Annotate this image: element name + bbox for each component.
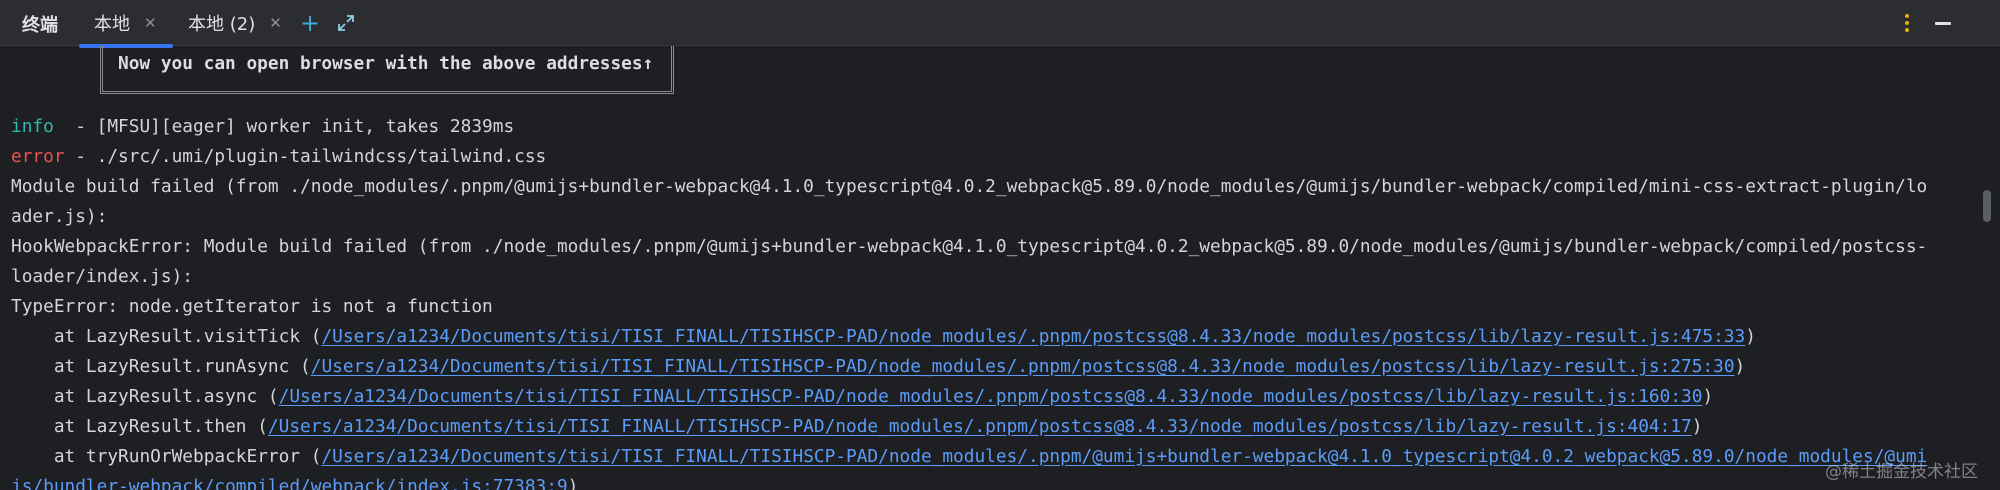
log-line-error: error - ./src/.umi/plugin-tailwindcss/ta… <box>11 142 546 172</box>
more-options-button[interactable] <box>1890 6 1924 40</box>
stack-line: at LazyResult.then (/Users/a1234/Documen… <box>11 412 1703 442</box>
stack-prefix: at LazyResult.async ( <box>11 386 279 407</box>
stack-suffix: ) <box>1734 356 1746 377</box>
log-line: Module build failed (from ./node_modules… <box>11 176 1928 197</box>
plus-icon: + <box>299 9 321 37</box>
tab-local-2[interactable]: 本地 (2) ✕ <box>188 0 282 45</box>
stack-suffix: ) <box>1691 416 1703 437</box>
stack-prefix: at LazyResult.runAsync ( <box>11 356 311 377</box>
tab-label: 本地 (2) <box>188 13 256 35</box>
log-level-error: error <box>11 146 65 167</box>
terminal-output[interactable]: Now you can open browser with the above … <box>0 46 1975 490</box>
minimize-button[interactable] <box>1926 6 1960 40</box>
stack-suffix: ) <box>1745 326 1756 347</box>
file-link[interactable]: js/bundler-webpack/compiled/webpack/inde… <box>11 476 568 490</box>
stack-suffix: ) <box>567 476 579 490</box>
close-icon[interactable]: ✕ <box>144 14 157 32</box>
stack-prefix: at LazyResult.visitTick ( <box>11 326 322 347</box>
file-link[interactable]: /Users/a1234/Documents/tisi/TISI_FINALL/… <box>321 446 1927 467</box>
log-line: loader/index.js): <box>11 266 193 287</box>
terminal-window: 终端 本地 ✕ 本地 (2) ✕ + Now you can open brow… <box>0 0 2000 490</box>
scrollbar-thumb[interactable] <box>1983 190 1991 222</box>
log-text: - ./src/.umi/plugin-tailwindcss/tailwind… <box>64 146 547 167</box>
vertical-scrollbar[interactable] <box>1975 46 2000 490</box>
address-notice: Now you can open browser with the above … <box>118 53 654 74</box>
stack-line: at LazyResult.visitTick (/Users/a1234/Do… <box>11 322 1756 352</box>
log-level-info: info <box>11 116 54 137</box>
expand-icon <box>338 15 354 31</box>
panel-title: 终端 <box>22 15 58 36</box>
minimize-icon <box>1935 21 1951 25</box>
watermark: @稀土掘金技术社区 <box>1825 462 1978 482</box>
stack-line: at LazyResult.async (/Users/a1234/Docume… <box>11 382 1713 412</box>
tab-label: 本地 <box>94 13 130 35</box>
file-link[interactable]: /Users/a1234/Documents/tisi/TISI_FINALL/… <box>311 356 1735 377</box>
expand-button[interactable] <box>329 6 363 40</box>
log-line: TypeError: node.getIterator is not a fun… <box>11 296 493 317</box>
stack-prefix: at tryRunOrWebpackError ( <box>11 446 322 467</box>
tab-local[interactable]: 本地 ✕ <box>94 0 157 45</box>
stack-prefix: at LazyResult.then ( <box>11 416 268 437</box>
file-link[interactable]: /Users/a1234/Documents/tisi/TISI_FINALL/… <box>279 386 1703 407</box>
log-line: ader.js): <box>11 206 108 227</box>
stack-line: at LazyResult.runAsync (/Users/a1234/Doc… <box>11 352 1745 382</box>
stack-suffix: ) <box>1702 386 1714 407</box>
tool-window-header: 终端 本地 ✕ 本地 (2) ✕ + <box>0 0 2000 48</box>
close-icon[interactable]: ✕ <box>269 14 282 32</box>
log-text: - [MFSU][eager] worker init, takes 2839m… <box>53 116 515 137</box>
file-link[interactable]: /Users/a1234/Documents/tisi/TISI_FINALL/… <box>268 416 1692 437</box>
new-tab-button[interactable]: + <box>293 6 327 40</box>
stack-line-wrap: js/bundler-webpack/compiled/webpack/inde… <box>11 472 578 490</box>
log-line-info: info - [MFSU][eager] worker init, takes … <box>11 112 514 142</box>
log-line: HookWebpackError: Module build failed (f… <box>11 236 1928 257</box>
stack-line: at tryRunOrWebpackError (/Users/a1234/Do… <box>11 442 1927 472</box>
kebab-icon <box>1905 14 1909 32</box>
file-link[interactable]: /Users/a1234/Documents/tisi/TISI_FINALL/… <box>321 326 1745 347</box>
